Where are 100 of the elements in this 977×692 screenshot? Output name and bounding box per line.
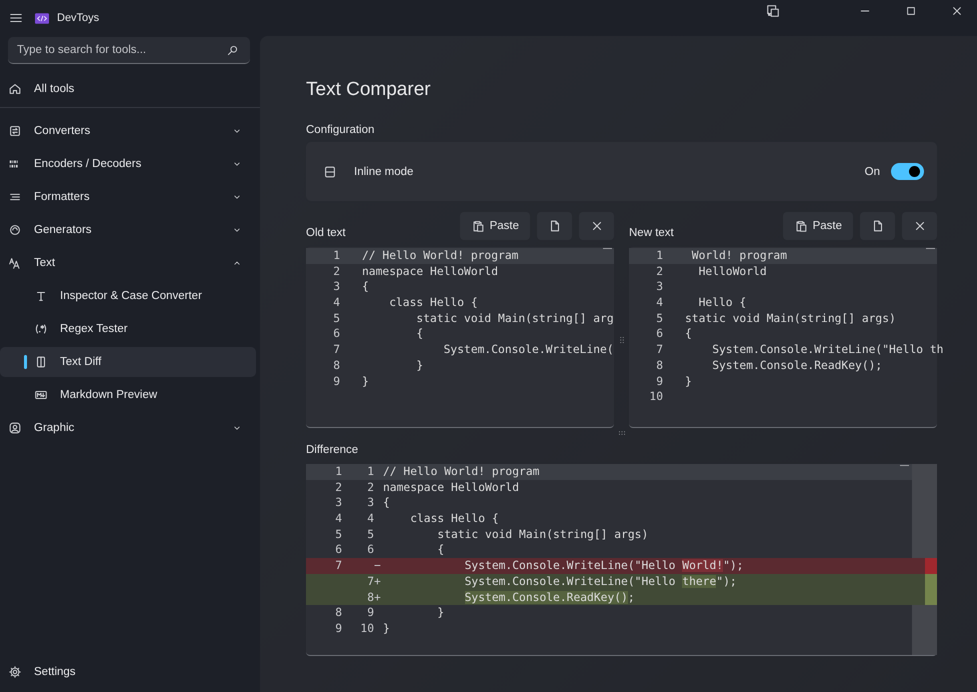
- split-icon: [323, 164, 337, 178]
- nav-item[interactable]: Converters: [34, 125, 90, 137]
- line-number: 9: [366, 605, 374, 621]
- code-line: HelloWorld: [698, 264, 767, 280]
- nav-item[interactable]: Generators: [34, 224, 92, 236]
- line-number: 7: [332, 342, 340, 358]
- change-sign: +: [374, 574, 382, 590]
- change-marker: [925, 558, 937, 574]
- change-marker: [925, 574, 937, 590]
- nav-item[interactable]: Graphic: [34, 422, 74, 434]
- line-number: 9: [655, 374, 663, 390]
- font-size-icon: [8, 256, 22, 270]
- code-line: }: [685, 374, 692, 390]
- line-number: 7: [655, 342, 663, 358]
- compact-overlay-icon[interactable]: [766, 4, 780, 18]
- code-line: System.Console.WriteLine("Hello World!");: [464, 558, 744, 574]
- change-sign: −: [374, 558, 382, 574]
- nav-item[interactable]: Markdown Preview: [60, 389, 158, 401]
- split-icon: [34, 355, 48, 369]
- page-title: Text Comparer: [306, 78, 432, 102]
- search-field[interactable]: Type to search for tools...: [8, 37, 250, 64]
- cycle-icon: [8, 223, 22, 237]
- paste-button[interactable]: Paste: [460, 212, 530, 240]
- close-icon[interactable]: [951, 5, 963, 17]
- code-line: }: [362, 374, 369, 390]
- line-number: 6: [366, 542, 374, 558]
- nav-item[interactable]: All tools: [34, 83, 74, 95]
- nav-item[interactable]: Inspector & Case Converter: [60, 290, 202, 302]
- nav-label[interactable]: Text Diff: [60, 356, 102, 368]
- line-number: 5: [366, 526, 374, 542]
- clear-button[interactable]: [579, 212, 614, 240]
- markdown-icon: [34, 388, 48, 402]
- search-icon[interactable]: [226, 44, 239, 57]
- line-number: 1: [332, 248, 340, 264]
- code-line: }: [383, 620, 390, 637]
- toggle-switch[interactable]: [891, 163, 924, 180]
- editor-label: New text: [629, 227, 674, 239]
- settings-item[interactable]: Settings: [34, 666, 76, 678]
- line-number: 9: [332, 374, 340, 390]
- code-line: static void Main(string[] arg: [415, 310, 614, 326]
- code-line: {: [436, 542, 444, 558]
- line-number: 3: [655, 279, 663, 296]
- code-line: {: [685, 326, 692, 342]
- regex-icon: [34, 322, 48, 336]
- nav-item[interactable]: Text Diff: [0, 347, 256, 377]
- line-number: 1: [655, 248, 663, 264]
- code-line: World! program: [690, 248, 788, 264]
- line-number: 7: [334, 558, 342, 574]
- setting-label: Inline mode: [354, 166, 414, 178]
- code-line: {: [415, 326, 424, 342]
- paste-icon: [470, 219, 485, 233]
- code-line: // Hello World! program: [383, 464, 540, 480]
- line-number: 8: [655, 358, 663, 374]
- section-label: Difference: [306, 443, 360, 458]
- toggle-state-text: On: [864, 166, 880, 178]
- change-sign: +: [374, 590, 382, 606]
- app-logo-icon: [35, 12, 49, 24]
- line-number: 10: [648, 389, 663, 405]
- nav-item[interactable]: Regex Tester: [60, 323, 128, 335]
- line-number: 1: [366, 464, 374, 480]
- code-line: class Hello {: [409, 511, 499, 527]
- code-line: System.Console.ReadKey();: [464, 590, 635, 606]
- line-number: 8: [332, 358, 340, 374]
- code-line: Hello {: [698, 295, 746, 311]
- code-line: System.Console.WriteLine("Hello there");: [464, 574, 737, 590]
- selection-indicator: [24, 355, 27, 369]
- line-number: 5: [334, 526, 342, 542]
- code-line: }: [415, 358, 424, 374]
- code-line: System.Console.ReadKey();: [711, 358, 882, 374]
- open-file-button[interactable]: [860, 212, 895, 240]
- nav-item[interactable]: Formatters: [34, 191, 90, 203]
- code-editor[interactable]: 1 // Hello World! program 2 namespace HelloWorld 3 { 4 class Hello { 5 static void Main(string[] arg 6 { 7 System.Console.WriteLine( 8 } 9 }: [306, 247, 614, 428]
- code-line: namespace HelloWorld: [362, 264, 498, 280]
- line-number: 2: [334, 480, 342, 496]
- code-line: {: [362, 279, 369, 296]
- line-number: 3: [332, 279, 340, 296]
- code-line: // Hello World! program: [362, 248, 518, 264]
- line-number: 9: [334, 620, 342, 637]
- nav-item[interactable]: Text: [34, 257, 56, 269]
- code-line: namespace HelloWorld: [383, 480, 520, 496]
- menu-icon[interactable]: [9, 11, 23, 25]
- line-number: 3: [334, 495, 342, 512]
- line-number: 6: [334, 542, 342, 558]
- paste-button[interactable]: Paste: [782, 212, 853, 240]
- app-title: DevToys: [57, 12, 100, 24]
- maximize-icon[interactable]: [905, 5, 917, 17]
- nav-item[interactable]: Encoders / Decoders: [34, 158, 142, 170]
- line-number: 1: [334, 464, 342, 480]
- paste-icon: [794, 219, 808, 233]
- open-file-button[interactable]: [537, 212, 572, 240]
- line-number: 5: [655, 310, 663, 326]
- line-number: 8: [334, 605, 342, 621]
- line-number: 2: [366, 480, 374, 496]
- clear-button[interactable]: [902, 212, 937, 240]
- code-line: static void Main(string[] args): [685, 310, 896, 326]
- change-marker: [925, 590, 937, 606]
- line-number: 10: [359, 620, 374, 637]
- line-number: 2: [655, 264, 663, 280]
- line-number: 4: [334, 511, 342, 527]
- code-line: class Hello {: [388, 295, 478, 311]
